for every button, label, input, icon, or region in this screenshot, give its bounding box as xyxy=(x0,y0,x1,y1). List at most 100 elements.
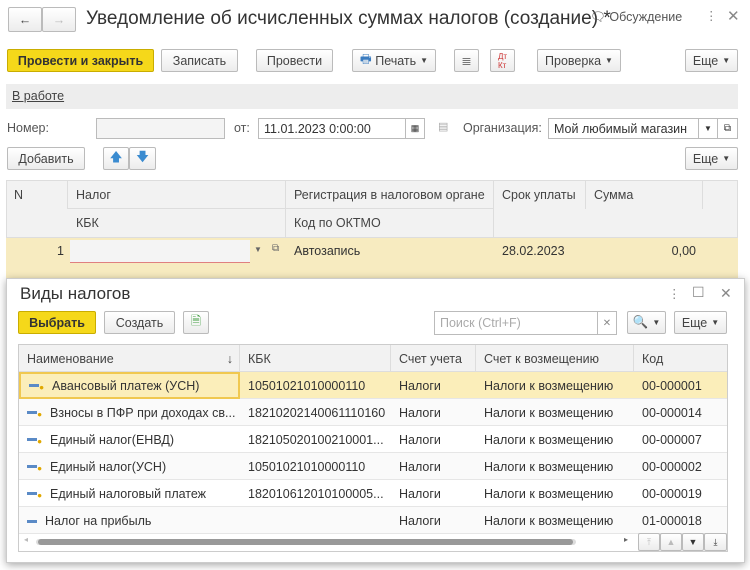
col-kbk[interactable]: КБК xyxy=(240,345,391,372)
name-cell[interactable]: ▬● Единый налоговый платеж xyxy=(19,480,240,507)
col-tax[interactable]: Налог xyxy=(68,181,286,209)
col-n[interactable]: N xyxy=(6,181,68,209)
arrow-down-icon: 🡇 xyxy=(136,150,149,164)
window-title: Уведомление об исчисленных суммах налого… xyxy=(86,8,611,29)
code-cell[interactable]: 00-000014 xyxy=(634,399,727,426)
col-refund[interactable]: Счет к возмещению xyxy=(476,345,634,372)
dialog-menu-icon[interactable]: ⋮ xyxy=(668,286,681,301)
more-button[interactable]: Еще ▼ xyxy=(685,49,738,72)
refund-cell[interactable]: Налоги к возмещению xyxy=(476,426,634,453)
tax-input[interactable] xyxy=(70,240,250,263)
search-icon: 🔍 xyxy=(632,315,649,329)
scrollbar-thumb[interactable] xyxy=(38,539,573,545)
check-button[interactable]: Проверка ▼ xyxy=(537,49,621,72)
name-cell[interactable]: ▬● Единый налог(УСН) xyxy=(19,453,240,480)
scroll-up-button[interactable]: ▲ xyxy=(660,533,682,551)
due-cell[interactable]: 28.02.2023 xyxy=(494,238,586,264)
kbk-cell[interactable]: 10501021010000110 xyxy=(240,453,391,480)
refund-cell[interactable]: Налоги к возмещению xyxy=(476,507,634,534)
discussion-link[interactable]: 🗨 Обсуждение xyxy=(590,10,682,25)
maximize-icon[interactable]: ☐ xyxy=(692,284,705,301)
account-cell[interactable]: Налоги xyxy=(391,372,476,399)
status-link[interactable]: В работе xyxy=(12,89,64,103)
code-cell[interactable]: 00-000007 xyxy=(634,426,727,453)
col-due[interactable]: Срок уплаты xyxy=(494,181,586,209)
reg-cell[interactable]: Автозапись xyxy=(286,238,494,264)
dt-kt-button[interactable]: Дт Кт xyxy=(490,49,515,72)
create-button[interactable]: Создать xyxy=(104,311,175,334)
col-name[interactable]: Наименование ↓ xyxy=(19,345,240,372)
tax-open-icon[interactable]: ⧉ xyxy=(272,243,279,254)
refund-cell[interactable]: Налоги к возмещению xyxy=(476,453,634,480)
scroll-first-button[interactable]: ⤒ xyxy=(638,533,660,551)
organization-label: Организация: xyxy=(463,121,542,135)
kbk-cell[interactable]: 182105020100210001... xyxy=(240,426,391,453)
journal-button[interactable]: ≣ xyxy=(454,49,479,72)
account-cell[interactable]: Налоги xyxy=(391,507,476,534)
account-cell[interactable]: Налоги xyxy=(391,480,476,507)
tax-dropdown-icon[interactable]: ▼ xyxy=(254,245,262,254)
search-input[interactable]: Поиск (Ctrl+F) xyxy=(434,311,598,335)
organization-dropdown[interactable]: ▼ xyxy=(698,118,718,139)
sum-cell[interactable]: 0,00 xyxy=(586,238,696,264)
refund-cell[interactable]: Налоги к возмещению xyxy=(476,372,634,399)
col-account[interactable]: Счет учета xyxy=(391,345,476,372)
name-cell[interactable]: ▬● Взносы в ПФР при доходах св... xyxy=(19,399,240,426)
date-field[interactable]: 11.01.2023 0:00:00 xyxy=(258,118,406,139)
kbk-cell[interactable]: 182010612010100005... xyxy=(240,480,391,507)
select-button[interactable]: Выбрать xyxy=(18,311,96,334)
account-cell[interactable]: Налоги xyxy=(391,426,476,453)
account-cell[interactable]: Налоги xyxy=(391,453,476,480)
search-clear-button[interactable]: ✕ xyxy=(597,311,617,335)
col-reg[interactable]: Регистрация в налоговом органе xyxy=(286,181,494,209)
refund-cell[interactable]: Налоги к возмещению xyxy=(476,480,634,507)
name-cell[interactable]: ▬● Единый налог(ЕНВД) xyxy=(19,426,240,453)
scroll-right-icon[interactable]: ▸ xyxy=(624,535,628,544)
number-field[interactable] xyxy=(96,118,225,139)
code-cell[interactable]: 00-000002 xyxy=(634,453,727,480)
dialog-close-icon[interactable]: ✕ xyxy=(720,285,732,302)
col-oktmo[interactable]: Код по ОКТМО xyxy=(286,209,494,237)
back-button[interactable]: ← xyxy=(8,7,42,32)
refund-cell[interactable]: Налоги к возмещению xyxy=(476,399,634,426)
sort-arrow-icon: ↓ xyxy=(226,351,233,366)
account-cell[interactable]: Налоги xyxy=(391,399,476,426)
name-cell[interactable]: ▬● Авансовый платеж (УСН) xyxy=(19,372,240,399)
chat-icon: 🗨 xyxy=(590,10,610,24)
post-button[interactable]: Провести xyxy=(256,49,333,72)
code-cell[interactable]: 00-000001 xyxy=(634,372,727,399)
organization-open[interactable]: ⧉ xyxy=(717,118,738,139)
scroll-last-button[interactable]: ⤓ xyxy=(704,533,727,551)
save-button[interactable]: Записать xyxy=(161,49,238,72)
organization-field[interactable]: Мой любимый магазин xyxy=(548,118,699,139)
col-code[interactable]: Код xyxy=(634,345,727,372)
close-icon[interactable]: ✕ xyxy=(727,7,740,25)
post-and-close-button[interactable]: Провести и закрыть xyxy=(7,49,154,72)
clear-icon: ✕ xyxy=(602,317,612,329)
table-more-button[interactable]: Еще ▼ xyxy=(685,147,738,170)
move-down-button[interactable]: 🡇 xyxy=(129,147,156,170)
print-button[interactable]: 🖶 Печать ▼ xyxy=(352,49,436,72)
down-icon: ▼ xyxy=(688,537,698,547)
name-cell[interactable]: ▬ Налог на прибыль xyxy=(19,507,240,534)
create-copy-button[interactable]: 🗎 xyxy=(183,311,209,334)
more-menu-icon[interactable]: ⋮ xyxy=(705,8,718,23)
search-options-button[interactable]: 🔍 ▼ xyxy=(627,311,666,334)
col-kbk[interactable]: КБК xyxy=(68,209,286,237)
scroll-left-icon[interactable]: ◂ xyxy=(24,535,28,544)
kbk-cell[interactable]: 10501021010000110 xyxy=(240,372,391,399)
code-cell[interactable]: 00-000019 xyxy=(634,480,727,507)
dialog-more-button[interactable]: Еще ▼ xyxy=(674,311,727,334)
forward-button[interactable]: → xyxy=(42,7,76,32)
add-button[interactable]: Добавить xyxy=(7,147,85,170)
kbk-cell[interactable] xyxy=(240,507,391,534)
kbk-cell[interactable]: 18210202140061110160 xyxy=(240,399,391,426)
move-up-button[interactable]: 🡅 xyxy=(103,147,129,170)
col-sum[interactable]: Сумма xyxy=(586,181,703,209)
folder-item-icon: ▬● xyxy=(27,460,43,473)
scroll-down-button[interactable]: ▼ xyxy=(682,533,704,551)
arrow-up-icon: 🡅 xyxy=(109,150,123,164)
code-cell[interactable]: 01-000018 xyxy=(634,507,727,534)
calendar-button[interactable]: ▦ xyxy=(405,118,425,139)
status-bar xyxy=(6,84,738,109)
